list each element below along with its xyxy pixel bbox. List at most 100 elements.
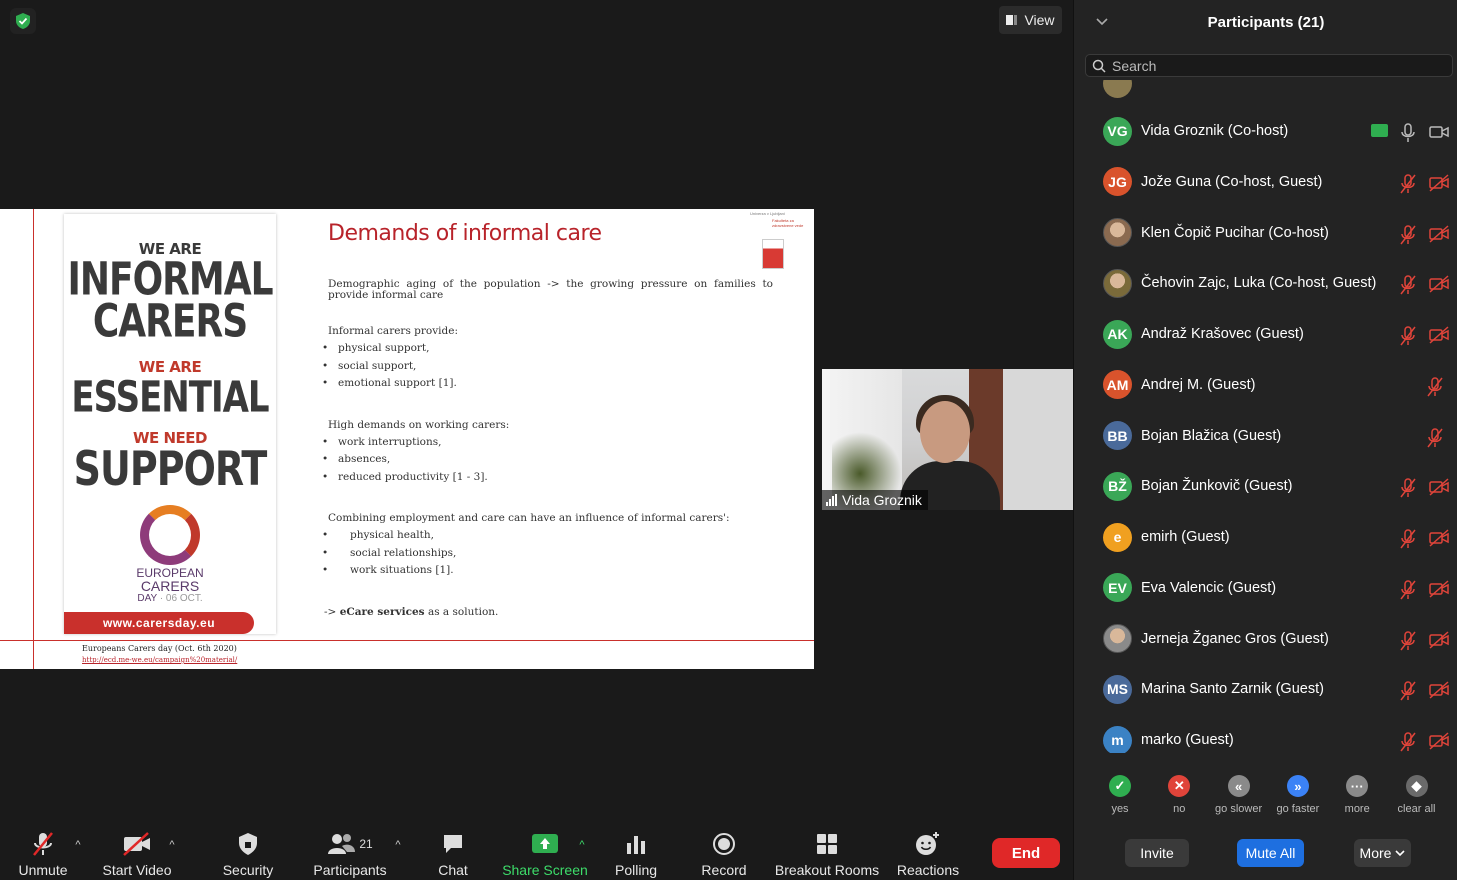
section1-heading: Informal carers provide:	[328, 325, 458, 338]
feedback-go-slower-button[interactable]: « go slower	[1209, 775, 1269, 815]
avatar-initials: JG	[1108, 173, 1127, 190]
participant-video-tile[interactable]: Vida Groznik	[822, 369, 1073, 510]
slide-footer-link[interactable]: http://ecd.me-we.eu/campaign%20material/	[82, 656, 237, 664]
reactions-button[interactable]: Reactions	[896, 830, 960, 878]
avatar-initials: BB	[1107, 427, 1128, 444]
participant-row[interactable]: e emirh (Guest)	[1074, 512, 1457, 562]
shield-check-icon[interactable]	[10, 8, 36, 34]
muted-mic-icon[interactable]	[1399, 478, 1417, 503]
unmute-label: Unmute	[18, 862, 68, 878]
poster-url-banner: www.carersday.eu	[64, 612, 254, 634]
video-options-button[interactable]: ^	[164, 830, 180, 878]
slide-footer-citation: Europeans Carers day (Oct. 6th 2020)	[82, 644, 237, 653]
video-off-icon[interactable]	[1429, 580, 1449, 603]
avatar	[1103, 624, 1132, 653]
start-video-button[interactable]: Start Video	[100, 830, 174, 878]
feedback-yes-button[interactable]: ✓ yes	[1090, 775, 1150, 815]
video-off-icon[interactable]	[1429, 478, 1449, 501]
carers-day-poster: WE ARE INFORMAL CARERS WE ARE ESSENTIAL …	[64, 214, 276, 634]
participant-row[interactable]: Klen Čopič Pucihar (Co-host)	[1074, 208, 1457, 258]
record-button[interactable]: Record	[700, 830, 748, 878]
chat-button[interactable]: Chat	[430, 830, 476, 878]
security-button[interactable]: Security	[220, 830, 276, 878]
video-off-icon[interactable]	[1429, 326, 1449, 349]
muted-mic-icon[interactable]	[1399, 732, 1417, 753]
section2-heading: High demands on working carers:	[328, 418, 510, 431]
record-label: Record	[701, 862, 747, 878]
audio-options-button[interactable]: ^	[70, 830, 86, 878]
feedback-no-button[interactable]: ✕ no	[1149, 775, 1209, 815]
search-input[interactable]: Search	[1085, 54, 1453, 77]
video-off-icon[interactable]	[1429, 630, 1449, 654]
participant-row[interactable]: BB Bojan Blažica (Guest)	[1074, 411, 1457, 461]
slide-title: Demands of informal care	[328, 221, 602, 246]
mic-icon[interactable]	[1399, 123, 1417, 148]
breakout-rooms-label: Breakout Rooms	[774, 862, 880, 878]
conclusion-suffix: as a solution.	[424, 605, 499, 618]
breakout-rooms-button[interactable]: Breakout Rooms	[774, 830, 880, 878]
slide-intro: Demographic aging of the population -> t…	[328, 278, 773, 302]
participant-row[interactable]: AK Andraž Krašovec (Guest)	[1074, 309, 1457, 359]
share-options-button[interactable]: ^	[574, 830, 590, 878]
polling-button[interactable]: Polling	[612, 830, 660, 878]
view-button[interactable]: View	[999, 6, 1062, 34]
muted-mic-icon[interactable]	[1399, 224, 1417, 250]
video-icon[interactable]	[1429, 123, 1449, 146]
muted-mic-icon[interactable]	[1426, 427, 1444, 453]
feedback-yes-icon: ✓	[1109, 775, 1131, 797]
participant-row[interactable]: m marko (Guest)	[1074, 715, 1457, 753]
participant-row[interactable]: Jerneja Žganec Gros (Guest)	[1074, 614, 1457, 664]
avatar: VG	[1103, 116, 1132, 146]
participant-row-partial[interactable]	[1074, 80, 1457, 108]
muted-mic-icon[interactable]	[1399, 529, 1417, 554]
video-off-icon[interactable]	[1429, 681, 1449, 704]
feedback-go-faster-button[interactable]: » go faster	[1268, 775, 1328, 815]
participant-row[interactable]: MS Marina Santo Zarnik (Guest)	[1074, 664, 1457, 714]
muted-mic-icon[interactable]	[1399, 630, 1417, 656]
security-label: Security	[222, 862, 274, 878]
video-off-icon[interactable]	[1429, 529, 1449, 552]
video-off-icon[interactable]	[1429, 224, 1449, 248]
invite-button[interactable]: Invite	[1125, 839, 1189, 867]
unmute-button[interactable]: Unmute	[15, 830, 71, 878]
panel-footer: Invite Mute All More	[1074, 830, 1457, 880]
feedback-label: no	[1173, 803, 1186, 815]
panel-title: Participants (21)	[1207, 13, 1325, 31]
muted-mic-icon[interactable]	[1399, 174, 1417, 199]
muted-mic-icon[interactable]	[1426, 377, 1444, 402]
chat-bubble-icon	[441, 830, 465, 858]
video-off-icon[interactable]	[1429, 275, 1449, 298]
participants-button[interactable]: 21 Participants	[310, 830, 390, 878]
feedback-clear-all-button[interactable]: ◆ clear all	[1387, 775, 1447, 815]
more-button[interactable]: More	[1354, 839, 1411, 867]
list-item: absences,	[322, 454, 773, 472]
participant-name: Eva Valencic (Guest)	[1141, 579, 1277, 596]
participant-row[interactable]: EV Eva Valencic (Guest)	[1074, 563, 1457, 613]
avatar-initials: EV	[1108, 579, 1127, 596]
video-off-icon[interactable]	[1429, 732, 1449, 753]
muted-mic-icon[interactable]	[1399, 326, 1417, 351]
feedback-more-button[interactable]: ··· more	[1327, 775, 1387, 815]
participant-row[interactable]: BŽ Bojan Žunkovič (Guest)	[1074, 461, 1457, 511]
slide-left-divider	[33, 209, 34, 669]
muted-mic-icon[interactable]	[1399, 681, 1417, 706]
feedback-symbol: ✕	[1173, 778, 1185, 793]
participant-row[interactable]: VG Vida Groznik (Co-host)	[1074, 106, 1457, 156]
video-off-icon[interactable]	[1429, 174, 1449, 197]
participants-options-button[interactable]: ^	[390, 830, 406, 878]
participant-row[interactable]: JG Jože Guna (Co-host, Guest)	[1074, 157, 1457, 207]
end-meeting-button[interactable]: End	[992, 838, 1060, 868]
video-background-wall	[1003, 369, 1073, 510]
muted-mic-icon[interactable]	[1399, 275, 1417, 300]
feedback-label: yes	[1111, 803, 1129, 815]
participant-name: Jože Guna (Co-host, Guest)	[1141, 173, 1323, 190]
poster-line-3: CARERS	[92, 296, 248, 349]
mute-all-button[interactable]: Mute All	[1237, 839, 1304, 867]
avatar: BB	[1103, 421, 1132, 450]
participant-row[interactable]: AM Andrej M. (Guest)	[1074, 360, 1457, 410]
participants-panel: Participants (21) Search VG Vida Groznik …	[1073, 0, 1457, 880]
conclusion-bold: eCare services	[339, 605, 425, 618]
participant-row[interactable]: Čehovin Zajc, Luka (Co-host, Guest)	[1074, 258, 1457, 308]
zoom-meeting-window: View WE ARE INFORMAL CARERS WE ARE ESSEN…	[0, 0, 1457, 880]
muted-mic-icon[interactable]	[1399, 580, 1417, 605]
